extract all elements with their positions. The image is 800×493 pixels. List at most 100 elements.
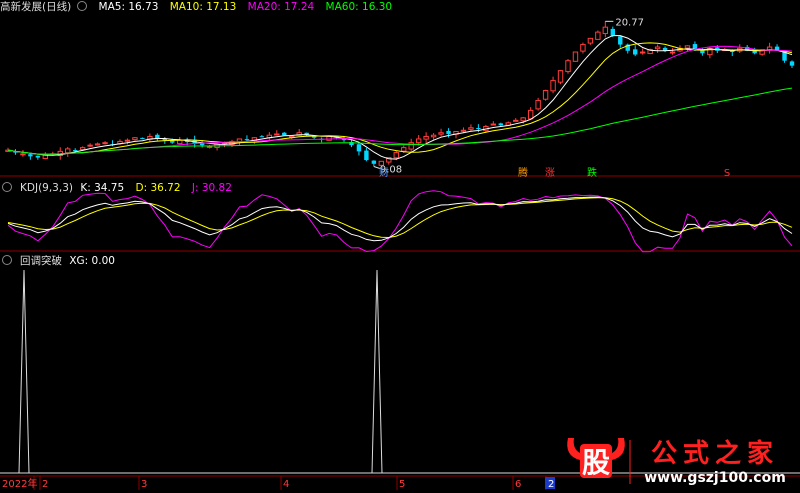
candle-body bbox=[460, 129, 467, 132]
candle-body bbox=[610, 28, 615, 36]
price-panel-header: 高新发展(日线) MA5: 16.73 MA10: 17.13 MA20: 17… bbox=[0, 0, 400, 14]
ma10-label: MA10: 17.13 bbox=[169, 1, 237, 13]
candle-body bbox=[430, 134, 437, 138]
d-line bbox=[7, 197, 793, 239]
candle-body bbox=[364, 150, 369, 161]
candle-body bbox=[102, 142, 108, 145]
candle-body bbox=[87, 144, 93, 147]
candle-body bbox=[259, 136, 265, 138]
candle-body bbox=[415, 138, 422, 144]
candle-body bbox=[565, 60, 571, 73]
candle-body bbox=[371, 160, 377, 164]
candle-body bbox=[124, 139, 131, 142]
chart-canvas[interactable]: 20.779.08财腾涨跌 S 2022年 2 3 4 5 6 2 bbox=[0, 0, 800, 490]
stock-title: 高新发展(日线) bbox=[0, 1, 72, 13]
candle-body bbox=[438, 132, 444, 135]
candle-body bbox=[73, 150, 78, 152]
kdj-panel bbox=[0, 190, 800, 253]
candle-body bbox=[393, 152, 399, 159]
candle-body bbox=[684, 45, 691, 49]
signal-marker: S bbox=[724, 168, 730, 179]
settings-icon[interactable] bbox=[77, 1, 88, 11]
candle-body bbox=[65, 148, 71, 154]
candle-body bbox=[580, 44, 586, 52]
xg-signal-spike bbox=[371, 269, 383, 474]
watermark-text: 公式之家 bbox=[651, 438, 779, 469]
xg-signal-spike bbox=[18, 269, 30, 474]
x-tick-label: 2 bbox=[548, 479, 554, 490]
candle-body bbox=[341, 139, 347, 141]
candle-body bbox=[587, 37, 594, 44]
candle-body bbox=[468, 127, 474, 130]
candle-body bbox=[274, 133, 280, 136]
price-panel: 20.779.08财腾涨跌 S bbox=[0, 17, 800, 179]
candle-body bbox=[94, 143, 101, 146]
candle-body bbox=[282, 132, 287, 136]
candle-body bbox=[206, 145, 213, 148]
ma10-line bbox=[7, 42, 793, 155]
settings-icon[interactable] bbox=[2, 182, 12, 192]
kdj-panel-header: KDJ(9,3,3) K: 34.75 D: 36.72 J: 30.82 bbox=[0, 181, 240, 195]
candle-body bbox=[654, 46, 661, 50]
candle-body bbox=[535, 99, 541, 110]
candle-body bbox=[639, 51, 646, 54]
ma60-label: MA60: 16.30 bbox=[325, 1, 393, 13]
ma60-line bbox=[7, 87, 793, 155]
x-tick-label: 4 bbox=[283, 479, 289, 490]
xg-title: 回调突破 bbox=[20, 255, 62, 267]
candle-body bbox=[446, 130, 451, 134]
candle-body bbox=[618, 36, 623, 45]
signal-marker: 涨 bbox=[545, 167, 555, 179]
candle-body bbox=[356, 144, 362, 152]
candle-body bbox=[401, 147, 407, 152]
candle-body bbox=[28, 154, 33, 157]
x-tick-label: 2 bbox=[42, 479, 48, 490]
x-tick-label: 6 bbox=[515, 479, 521, 490]
ma20-label: MA20: 17.24 bbox=[247, 1, 315, 13]
candle-body bbox=[79, 147, 86, 150]
candle-body bbox=[498, 123, 503, 126]
kdj-title: KDJ(9,3,3) bbox=[20, 182, 73, 194]
candle-body bbox=[542, 90, 549, 100]
signal-marker: 财 bbox=[379, 166, 389, 179]
signal-marker: 跌 bbox=[587, 166, 597, 179]
xg-panel-header: 回调突破 XG: 0.00 bbox=[0, 254, 123, 268]
candle-body bbox=[527, 109, 534, 120]
high-price-label: 20.77 bbox=[615, 17, 644, 28]
candle-body bbox=[572, 51, 579, 62]
ma20-line bbox=[7, 45, 793, 155]
watermark: 股 公式之家 www.gszj100.com bbox=[560, 430, 800, 490]
candle-body bbox=[520, 117, 526, 122]
candle-body bbox=[423, 135, 429, 140]
candle-body bbox=[326, 135, 332, 141]
ma5-label: MA5: 16.73 bbox=[98, 1, 159, 13]
bull-horn-left bbox=[567, 438, 582, 460]
candle-body bbox=[550, 80, 556, 92]
candle-body bbox=[476, 127, 481, 130]
candle-body bbox=[490, 123, 497, 126]
candle-body bbox=[669, 51, 676, 54]
candle-body bbox=[140, 137, 145, 139]
x-tick-label: 5 bbox=[399, 479, 405, 490]
candle-body bbox=[20, 153, 26, 156]
candle-body bbox=[244, 139, 250, 141]
candle-body bbox=[595, 31, 601, 40]
candle-body bbox=[602, 26, 609, 35]
k-label: K: 34.75 bbox=[80, 182, 125, 194]
j-label: J: 30.82 bbox=[191, 182, 232, 194]
candle-body bbox=[557, 70, 564, 83]
candle-body bbox=[132, 137, 138, 141]
x-tick-label: 3 bbox=[141, 479, 147, 490]
candle-body bbox=[513, 119, 519, 122]
j-line bbox=[7, 190, 793, 253]
candle-body bbox=[633, 49, 638, 55]
settings-icon[interactable] bbox=[2, 255, 12, 265]
watermark-logo-text: 股 bbox=[582, 446, 610, 479]
signal-marker: 腾 bbox=[518, 166, 528, 179]
candle-body bbox=[35, 155, 41, 158]
watermark-url: www.gszj100.com bbox=[644, 470, 786, 486]
bull-horn-right bbox=[610, 438, 625, 460]
d-label: D: 36.72 bbox=[135, 182, 181, 194]
xg-label: XG: 0.00 bbox=[69, 255, 115, 267]
x-tick-label: 2022年 bbox=[2, 477, 37, 490]
